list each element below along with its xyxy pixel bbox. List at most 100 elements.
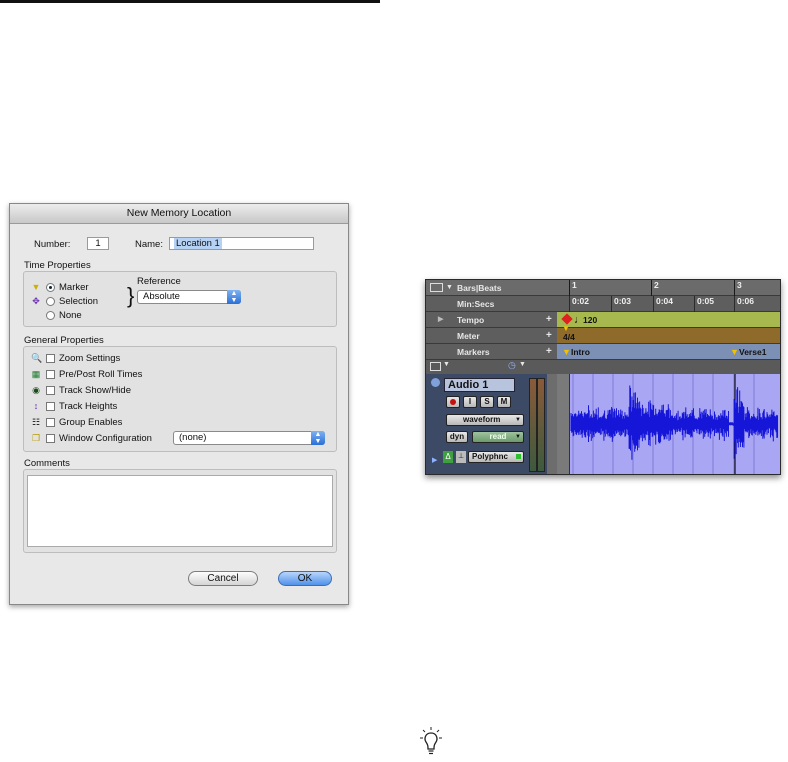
- dyn-button[interactable]: dyn: [446, 431, 468, 443]
- popup-arrows-icon: ▲ ▼: [311, 431, 325, 445]
- track-name-field[interactable]: Audio 1: [444, 378, 515, 392]
- audio-track-controls: ▶ Audio 1 I S M waveform ▼ dyn read ▼ Δ …: [426, 374, 570, 474]
- ruler-menu-arrow-icon[interactable]: ▼: [446, 280, 453, 296]
- sec-tick: [734, 296, 735, 312]
- preroll-icon: ▦: [31, 369, 41, 379]
- radio-marker[interactable]: [46, 283, 55, 292]
- reference-popup-value: Absolute: [143, 291, 180, 302]
- radio-marker-label: Marker: [59, 282, 89, 293]
- add-meter-button[interactable]: +: [546, 328, 552, 344]
- timebase-clock-icon[interactable]: ◷: [508, 360, 516, 371]
- tempo-ruler[interactable]: ♩ 120: [557, 312, 780, 328]
- ruler-meter-label: Meter: [457, 331, 480, 341]
- sec-label: 0:04: [656, 296, 674, 306]
- record-enable-button[interactable]: [446, 396, 460, 408]
- region-trim-strip: [557, 374, 570, 474]
- checkbox-group-enables[interactable]: [46, 418, 55, 427]
- elastic-audio-value: Polyphnc: [472, 452, 509, 461]
- marker-intro-icon[interactable]: ▼: [562, 344, 571, 360]
- audio-waveform-region[interactable]: [569, 374, 780, 474]
- meter-ruler[interactable]: ▼ 4/4: [557, 324, 780, 344]
- ruler-markers[interactable]: Markers +: [426, 344, 557, 360]
- solo-button[interactable]: S: [480, 396, 494, 408]
- level-meter-right: [537, 378, 545, 472]
- radio-selection-label: Selection: [59, 296, 99, 307]
- check-window-label: Window Configuration: [59, 433, 152, 444]
- min-secs-ruler[interactable]: 0:02 0:03 0:04 0:05 0:06: [557, 296, 780, 312]
- track-view-value: waveform: [463, 415, 501, 424]
- ruler-min-secs[interactable]: Min:Secs: [426, 296, 557, 312]
- checkbox-track-show-hide[interactable]: [46, 386, 55, 395]
- elastic-audio-selector[interactable]: Polyphnc: [468, 451, 524, 463]
- track-height-icon: ↕: [33, 401, 39, 411]
- bars-beats-ruler[interactable]: 1 2 3: [557, 280, 780, 296]
- track-list-icon[interactable]: [430, 362, 441, 371]
- checkbox-window-config[interactable]: [46, 434, 55, 443]
- marker-icon: ▼: [31, 282, 41, 292]
- track-list-menu-icon[interactable]: ▼: [443, 361, 450, 368]
- ruler-tempo[interactable]: ▶ Tempo +: [426, 312, 557, 328]
- checkbox-zoom-settings[interactable]: [46, 354, 55, 363]
- add-marker-button[interactable]: +: [546, 344, 552, 360]
- name-field-text: Location 1: [174, 238, 222, 249]
- general-properties-group: 🔍 Zoom Settings ▦ Pre/Post Roll Times ◉ …: [23, 346, 337, 452]
- checkbox-track-heights[interactable]: [46, 402, 55, 411]
- sec-label: 0:02: [572, 296, 590, 306]
- track-view-selector[interactable]: waveform ▼: [446, 414, 524, 426]
- comments-label: Comments: [24, 458, 70, 469]
- reference-label: Reference: [137, 276, 181, 287]
- ok-button[interactable]: OK: [278, 571, 332, 586]
- add-tempo-button[interactable]: +: [546, 312, 552, 328]
- timebase-menu-icon[interactable]: ▼: [519, 361, 526, 368]
- cancel-button[interactable]: Cancel: [188, 571, 258, 586]
- input-monitor-button[interactable]: I: [463, 396, 477, 408]
- check-preroll-label: Pre/Post Roll Times: [59, 369, 143, 380]
- level-meter-left: [529, 378, 537, 472]
- sec-tick: [611, 296, 612, 312]
- number-field[interactable]: 1: [87, 237, 109, 250]
- track-header-strip: ▼ ◷ ▼: [426, 360, 780, 375]
- tempo-marker-icon[interactable]: [561, 313, 573, 325]
- general-properties-label: General Properties: [24, 335, 104, 346]
- chevron-down-icon: ▼: [515, 417, 521, 423]
- name-field[interactable]: Location 1: [169, 237, 314, 250]
- ruler-view-icon[interactable]: [430, 283, 443, 292]
- automation-mode-selector[interactable]: read ▼: [472, 431, 524, 443]
- radio-selection[interactable]: [46, 297, 55, 306]
- elastic-audio-icon[interactable]: ⊥: [456, 451, 466, 463]
- markers-ruler[interactable]: ▼ Intro ▼ Verse1: [557, 344, 780, 360]
- bar-label-3: 3: [737, 280, 742, 290]
- comments-textarea[interactable]: [27, 475, 333, 547]
- checkbox-pre-post-roll[interactable]: [46, 370, 55, 379]
- expand-triangle-icon[interactable]: ▶: [438, 312, 443, 328]
- page-rule: [0, 0, 380, 3]
- magnifier-icon: 🔍: [31, 353, 43, 363]
- window-config-popup[interactable]: (none) ▲ ▼: [173, 431, 325, 445]
- tuning-fork-icon[interactable]: Δ: [443, 451, 453, 463]
- time-properties-label: Time Properties: [24, 260, 91, 271]
- bar-label-1: 1: [572, 280, 577, 290]
- ruler-bars-beats[interactable]: ▼ Bars|Beats: [426, 280, 557, 296]
- track-expand-icon[interactable]: ▶: [432, 456, 437, 464]
- ruler-bars-beats-label: Bars|Beats: [457, 283, 502, 293]
- popup-arrows-icon: ▲ ▼: [227, 290, 241, 304]
- plugin-status-led: [516, 454, 521, 459]
- sec-tick: [569, 296, 570, 312]
- check-heights-label: Track Heights: [59, 401, 118, 412]
- number-label: Number:: [34, 239, 71, 250]
- window-config-icon: ❐: [31, 433, 41, 443]
- mute-button[interactable]: M: [497, 396, 511, 408]
- reference-popup[interactable]: Absolute ▲ ▼: [137, 290, 241, 304]
- eye-icon: ◉: [32, 385, 40, 395]
- track-collapse-icon[interactable]: [431, 378, 440, 387]
- ruler-markers-label: Markers: [457, 347, 490, 357]
- bar-tick: [569, 280, 570, 296]
- ruler-meter[interactable]: Meter +: [426, 328, 557, 344]
- marker-verse1-icon[interactable]: ▼: [730, 344, 739, 360]
- ruler-tempo-label: Tempo: [457, 315, 485, 325]
- waveform-path: [570, 385, 778, 460]
- sec-label: 0:05: [697, 296, 715, 306]
- selection-icon: ✥: [32, 296, 40, 306]
- radio-none[interactable]: [46, 311, 55, 320]
- comments-group: [23, 469, 337, 553]
